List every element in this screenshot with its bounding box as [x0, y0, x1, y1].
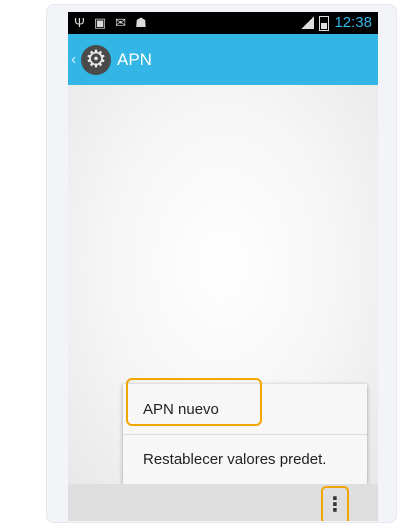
settings-gear-icon[interactable]: ⚙	[81, 44, 111, 75]
android-icon: ☗	[135, 15, 147, 30]
overflow-menu-icon: ⋮	[325, 494, 345, 516]
menu-item-reset-defaults[interactable]: Restablecer valores predet.	[123, 434, 367, 484]
image-icon: ▣	[93, 15, 107, 30]
mail-icon: ✉	[115, 15, 127, 30]
highlight-new-apn	[126, 378, 262, 426]
menu-item-label: Restablecer valores predet.	[143, 451, 327, 468]
status-notifications: Ψ ▣ ✉ ☗	[74, 12, 147, 34]
up-navigation-icon[interactable]: ‹	[71, 51, 79, 69]
status-system: 12:38	[301, 12, 372, 34]
signal-icon	[301, 17, 315, 29]
phone-screen: Ψ ▣ ✉ ☗ 12:38 ‹ ⚙ APN APN nuevo Restable…	[68, 12, 378, 521]
usb-icon: Ψ	[74, 15, 85, 30]
overflow-menu-button[interactable]: ⋮	[321, 486, 349, 521]
page-title: APN	[117, 49, 152, 69]
battery-icon	[319, 15, 330, 31]
clock: 12:38	[334, 14, 372, 31]
status-bar: Ψ ▣ ✉ ☗ 12:38	[68, 12, 378, 34]
action-bar[interactable]: ‹ ⚙ APN	[68, 34, 378, 85]
